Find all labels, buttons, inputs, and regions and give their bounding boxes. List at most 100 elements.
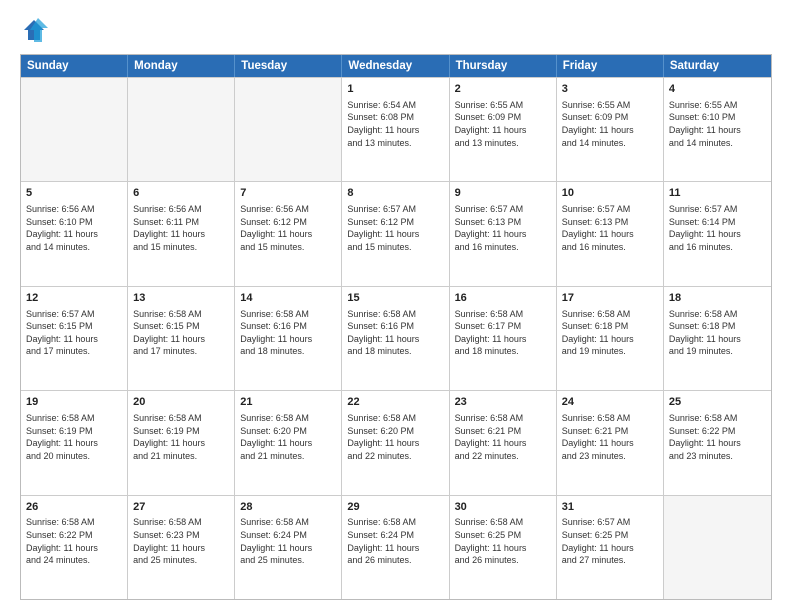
day-info: Sunrise: 6:55 AM Sunset: 6:10 PM Dayligh… [669, 99, 766, 149]
day-info: Sunrise: 6:57 AM Sunset: 6:25 PM Dayligh… [562, 516, 658, 566]
day-number: 11 [669, 186, 766, 201]
calendar-week-2: 5Sunrise: 6:56 AM Sunset: 6:10 PM Daylig… [21, 181, 771, 285]
calendar-day-13: 13 Sunrise: 6:58 AM Sunset: 6:15 PM Dayli… [128, 287, 235, 390]
day-header-saturday: Saturday [664, 55, 771, 77]
day-header-friday: Friday [557, 55, 664, 77]
day-header-monday: Monday [128, 55, 235, 77]
day-number: 10 [562, 186, 658, 201]
day-info: Sunrise: 6:57 AM Sunset: 6:13 PM Dayligh… [455, 203, 551, 253]
day-number: 31 [562, 500, 658, 515]
day-info: Sunrise: 6:58 AM Sunset: 6:21 PM Dayligh… [562, 412, 658, 462]
day-number: 26 [26, 500, 122, 515]
calendar-day-17: 17Sunrise: 6:58 AM Sunset: 6:18 PM Dayli… [557, 287, 664, 390]
day-info: Sunrise: 6:56 AM Sunset: 6:11 PM Dayligh… [133, 203, 229, 253]
calendar-day-4: 4 Sunrise: 6:55 AM Sunset: 6:10 PM Daylig… [664, 78, 771, 181]
calendar-day-23: 23Sunrise: 6:58 AM Sunset: 6:21 PM Dayli… [450, 391, 557, 494]
calendar-day-27: 27Sunrise: 6:58 AM Sunset: 6:23 PM Dayli… [128, 496, 235, 599]
calendar-day-7: 7Sunrise: 6:56 AM Sunset: 6:12 PM Daylig… [235, 182, 342, 285]
day-info: Sunrise: 6:54 AM Sunset: 6:08 PM Dayligh… [347, 99, 443, 149]
calendar-day-10: 10 Sunrise: 6:57 AM Sunset: 6:13 PM Dayli… [557, 182, 664, 285]
day-number: 14 [240, 291, 336, 306]
calendar-day-20: 20 Sunrise: 6:58 AM Sunset: 6:19 PM Dayli… [128, 391, 235, 494]
calendar-day-29: 29Sunrise: 6:58 AM Sunset: 6:24 PM Dayli… [342, 496, 449, 599]
calendar-day-6: 6 Sunrise: 6:56 AM Sunset: 6:11 PM Daylig… [128, 182, 235, 285]
day-number: 29 [347, 500, 443, 515]
day-number: 24 [562, 395, 658, 410]
calendar-day-2: 2 Sunrise: 6:55 AM Sunset: 6:09 PM Daylig… [450, 78, 557, 181]
calendar: SundayMondayTuesdayWednesdayThursdayFrid… [20, 54, 772, 600]
calendar-header-row: SundayMondayTuesdayWednesdayThursdayFrid… [21, 55, 771, 77]
day-info: Sunrise: 6:57 AM Sunset: 6:14 PM Dayligh… [669, 203, 766, 253]
day-info: Sunrise: 6:58 AM Sunset: 6:15 PM Dayligh… [133, 308, 229, 358]
day-number: 9 [455, 186, 551, 201]
day-number: 30 [455, 500, 551, 515]
header [20, 16, 772, 44]
day-number: 20 [133, 395, 229, 410]
day-number: 15 [347, 291, 443, 306]
day-info: Sunrise: 6:58 AM Sunset: 6:23 PM Dayligh… [133, 516, 229, 566]
day-number: 2 [455, 82, 551, 97]
calendar-day-19: 19 Sunrise: 6:58 AM Sunset: 6:19 PM Dayli… [21, 391, 128, 494]
day-info: Sunrise: 6:58 AM Sunset: 6:19 PM Dayligh… [26, 412, 122, 462]
calendar-week-1: 1 Sunrise: 6:54 AM Sunset: 6:08 PM Daylig… [21, 77, 771, 181]
page: SundayMondayTuesdayWednesdayThursdayFrid… [0, 0, 792, 612]
day-info: Sunrise: 6:58 AM Sunset: 6:17 PM Dayligh… [455, 308, 551, 358]
logo-icon [20, 16, 48, 44]
calendar-week-4: 19 Sunrise: 6:58 AM Sunset: 6:19 PM Dayli… [21, 390, 771, 494]
day-info: Sunrise: 6:58 AM Sunset: 6:25 PM Dayligh… [455, 516, 551, 566]
day-info: Sunrise: 6:58 AM Sunset: 6:24 PM Dayligh… [347, 516, 443, 566]
day-number: 17 [562, 291, 658, 306]
day-header-wednesday: Wednesday [342, 55, 449, 77]
day-info: Sunrise: 6:58 AM Sunset: 6:24 PM Dayligh… [240, 516, 336, 566]
calendar-day-31: 31Sunrise: 6:57 AM Sunset: 6:25 PM Dayli… [557, 496, 664, 599]
calendar-body: 1 Sunrise: 6:54 AM Sunset: 6:08 PM Daylig… [21, 77, 771, 599]
day-number: 16 [455, 291, 551, 306]
day-info: Sunrise: 6:55 AM Sunset: 6:09 PM Dayligh… [455, 99, 551, 149]
day-number: 12 [26, 291, 122, 306]
calendar-day-empty-4-6 [664, 496, 771, 599]
day-info: Sunrise: 6:56 AM Sunset: 6:12 PM Dayligh… [240, 203, 336, 253]
day-number: 25 [669, 395, 766, 410]
calendar-day-22: 22Sunrise: 6:58 AM Sunset: 6:20 PM Dayli… [342, 391, 449, 494]
calendar-day-empty-0-1 [128, 78, 235, 181]
day-number: 1 [347, 82, 443, 97]
day-info: Sunrise: 6:58 AM Sunset: 6:22 PM Dayligh… [669, 412, 766, 462]
calendar-day-1: 1 Sunrise: 6:54 AM Sunset: 6:08 PM Daylig… [342, 78, 449, 181]
day-number: 5 [26, 186, 122, 201]
day-info: Sunrise: 6:58 AM Sunset: 6:22 PM Dayligh… [26, 516, 122, 566]
day-number: 19 [26, 395, 122, 410]
day-info: Sunrise: 6:58 AM Sunset: 6:21 PM Dayligh… [455, 412, 551, 462]
day-header-thursday: Thursday [450, 55, 557, 77]
day-number: 21 [240, 395, 336, 410]
calendar-week-5: 26Sunrise: 6:58 AM Sunset: 6:22 PM Dayli… [21, 495, 771, 599]
calendar-day-25: 25 Sunrise: 6:58 AM Sunset: 6:22 PM Dayli… [664, 391, 771, 494]
day-number: 6 [133, 186, 229, 201]
day-number: 8 [347, 186, 443, 201]
calendar-day-11: 11 Sunrise: 6:57 AM Sunset: 6:14 PM Dayli… [664, 182, 771, 285]
day-number: 18 [669, 291, 766, 306]
calendar-day-9: 9 Sunrise: 6:57 AM Sunset: 6:13 PM Daylig… [450, 182, 557, 285]
calendar-week-3: 12 Sunrise: 6:57 AM Sunset: 6:15 PM Dayli… [21, 286, 771, 390]
calendar-day-8: 8 Sunrise: 6:57 AM Sunset: 6:12 PM Daylig… [342, 182, 449, 285]
calendar-day-12: 12 Sunrise: 6:57 AM Sunset: 6:15 PM Dayli… [21, 287, 128, 390]
calendar-day-24: 24 Sunrise: 6:58 AM Sunset: 6:21 PM Dayli… [557, 391, 664, 494]
day-info: Sunrise: 6:57 AM Sunset: 6:13 PM Dayligh… [562, 203, 658, 253]
calendar-day-26: 26Sunrise: 6:58 AM Sunset: 6:22 PM Dayli… [21, 496, 128, 599]
day-number: 3 [562, 82, 658, 97]
calendar-day-16: 16 Sunrise: 6:58 AM Sunset: 6:17 PM Dayli… [450, 287, 557, 390]
calendar-day-30: 30Sunrise: 6:58 AM Sunset: 6:25 PM Dayli… [450, 496, 557, 599]
day-info: Sunrise: 6:57 AM Sunset: 6:15 PM Dayligh… [26, 308, 122, 358]
day-info: Sunrise: 6:58 AM Sunset: 6:20 PM Dayligh… [240, 412, 336, 462]
day-info: Sunrise: 6:57 AM Sunset: 6:12 PM Dayligh… [347, 203, 443, 253]
day-number: 27 [133, 500, 229, 515]
day-number: 28 [240, 500, 336, 515]
day-info: Sunrise: 6:58 AM Sunset: 6:18 PM Dayligh… [669, 308, 766, 358]
day-info: Sunrise: 6:55 AM Sunset: 6:09 PM Dayligh… [562, 99, 658, 149]
calendar-day-28: 28Sunrise: 6:58 AM Sunset: 6:24 PM Dayli… [235, 496, 342, 599]
calendar-day-14: 14Sunrise: 6:58 AM Sunset: 6:16 PM Dayli… [235, 287, 342, 390]
day-number: 13 [133, 291, 229, 306]
day-info: Sunrise: 6:58 AM Sunset: 6:19 PM Dayligh… [133, 412, 229, 462]
calendar-day-5: 5Sunrise: 6:56 AM Sunset: 6:10 PM Daylig… [21, 182, 128, 285]
day-number: 4 [669, 82, 766, 97]
calendar-day-empty-0-2 [235, 78, 342, 181]
